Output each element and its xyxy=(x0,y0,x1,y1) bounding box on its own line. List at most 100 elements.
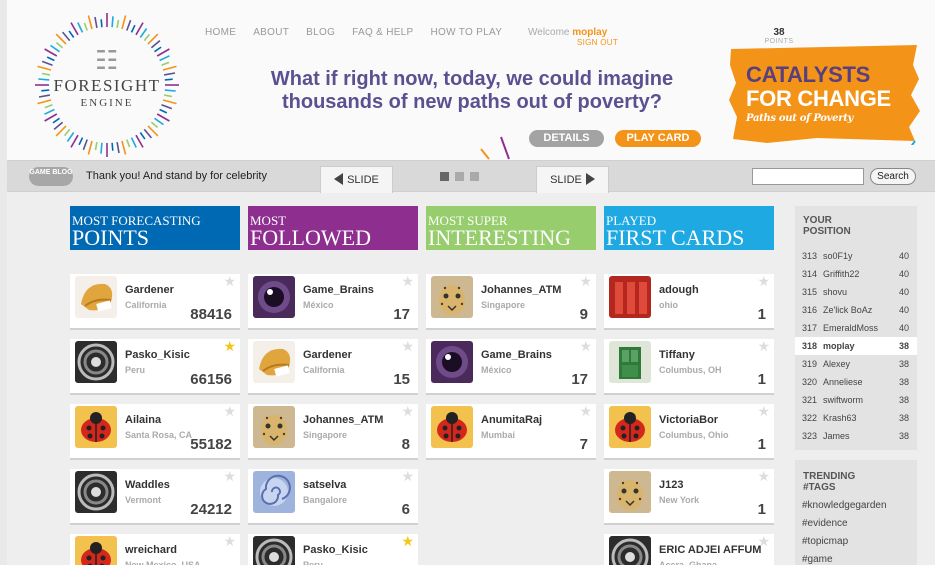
star-icon[interactable]: ★ xyxy=(401,469,414,483)
rank-name[interactable]: Anneliese xyxy=(823,377,863,387)
trending-tag[interactable]: #evidence xyxy=(802,518,848,529)
star-icon[interactable]: ★ xyxy=(223,534,236,548)
star-icon[interactable]: ★ xyxy=(223,274,236,288)
player-name[interactable]: AnumitaRaj xyxy=(481,414,542,426)
avatar[interactable] xyxy=(253,536,295,565)
player-card[interactable]: satselva Bangalore 6 ★ xyxy=(248,469,418,523)
star-icon[interactable]: ★ xyxy=(579,274,592,288)
star-icon[interactable]: ★ xyxy=(757,339,770,353)
rank-row[interactable]: 316 Ze'lick BoAz 40 xyxy=(795,301,917,319)
avatar[interactable] xyxy=(253,276,295,318)
player-name[interactable]: adough xyxy=(659,284,699,296)
avatar[interactable] xyxy=(75,276,117,318)
nav-about[interactable]: ABOUT xyxy=(253,27,289,38)
avatar[interactable] xyxy=(75,406,117,448)
rank-row[interactable]: 323 James 38 xyxy=(795,427,917,445)
star-icon[interactable]: ★ xyxy=(223,469,236,483)
avatar[interactable] xyxy=(609,536,651,565)
avatar[interactable] xyxy=(431,276,473,318)
star-icon[interactable]: ★ xyxy=(579,404,592,418)
player-name[interactable]: Game_Brains xyxy=(303,284,374,296)
rank-row[interactable]: 315 shovu 40 xyxy=(795,283,917,301)
rank-name[interactable]: EmeraldMoss xyxy=(823,323,878,333)
player-card[interactable]: Johannes_ATM Singapore 8 ★ xyxy=(248,404,418,458)
rank-name[interactable]: James xyxy=(823,431,850,441)
star-icon[interactable]: ★ xyxy=(401,404,414,418)
player-card[interactable]: AnumitaRaj Mumbai 7 ★ xyxy=(426,404,596,458)
rank-row[interactable]: 322 Krash63 38 xyxy=(795,409,917,427)
slide-next-button[interactable]: SLIDE xyxy=(536,166,609,193)
player-card[interactable]: Game_Brains México 17 ★ xyxy=(248,274,418,328)
nav-faq-help[interactable]: FAQ & HELP xyxy=(352,27,413,38)
player-card[interactable]: Game_Brains México 17 ★ xyxy=(426,339,596,393)
slide-dot[interactable] xyxy=(440,172,449,181)
player-card[interactable]: Ailaina Santa Rosa, CA 55182 ★ xyxy=(70,404,240,458)
trending-tag[interactable]: #game xyxy=(802,554,833,565)
star-icon[interactable]: ★ xyxy=(401,534,414,548)
avatar[interactable] xyxy=(609,471,651,513)
avatar[interactable] xyxy=(75,341,117,383)
nav-home[interactable]: HOME xyxy=(205,27,236,38)
star-icon[interactable]: ★ xyxy=(223,404,236,418)
player-name[interactable]: Gardener xyxy=(125,284,174,296)
nav-how-to-play[interactable]: HOW TO PLAY xyxy=(431,27,503,38)
star-icon[interactable]: ★ xyxy=(401,339,414,353)
star-icon[interactable]: ★ xyxy=(757,404,770,418)
slide-dot[interactable] xyxy=(470,172,479,181)
player-name[interactable]: Pasko_Kisic xyxy=(303,544,368,556)
player-name[interactable]: ERIC ADJEI AFFUM xyxy=(659,544,761,556)
rank-row[interactable]: 313 so0F1y 40 xyxy=(795,247,917,265)
username-link[interactable]: moplay xyxy=(572,27,607,38)
search-input[interactable] xyxy=(752,168,864,185)
player-name[interactable]: Gardener xyxy=(303,349,352,361)
player-name[interactable]: Johannes_ATM xyxy=(481,284,561,296)
player-name[interactable]: J123 xyxy=(659,479,683,491)
avatar[interactable] xyxy=(609,406,651,448)
player-card[interactable]: wreichard New Mexico, USA ★ xyxy=(70,534,240,565)
player-name[interactable]: Johannes_ATM xyxy=(303,414,383,426)
player-card[interactable]: Pasko_Kisic Peru ★ xyxy=(248,534,418,565)
star-icon[interactable]: ★ xyxy=(223,339,236,353)
player-card[interactable]: Pasko_Kisic Peru 66156 ★ xyxy=(70,339,240,393)
player-name[interactable]: Tiffany xyxy=(659,349,695,361)
rank-row[interactable]: 320 Anneliese 38 xyxy=(795,373,917,391)
details-button[interactable]: DETAILS xyxy=(529,130,604,147)
rank-name[interactable]: Ze'lick BoAz xyxy=(823,305,872,315)
player-name[interactable]: VictoriaBor xyxy=(659,414,718,426)
player-name[interactable]: satselva xyxy=(303,479,346,491)
player-card[interactable]: adough ohio 1 ★ xyxy=(604,274,774,328)
avatar[interactable] xyxy=(75,471,117,513)
search-button[interactable]: Search xyxy=(870,168,916,185)
avatar[interactable] xyxy=(609,276,651,318)
player-name[interactable]: Pasko_Kisic xyxy=(125,349,190,361)
avatar[interactable] xyxy=(253,406,295,448)
rank-name[interactable]: Alexey xyxy=(823,359,850,369)
player-name[interactable]: wreichard xyxy=(125,544,177,556)
rank-name[interactable]: so0F1y xyxy=(823,251,853,261)
player-card[interactable]: Tiffany Columbus, OH 1 ★ xyxy=(604,339,774,393)
rank-row[interactable]: 317 EmeraldMoss 40 xyxy=(795,319,917,337)
player-card[interactable]: Gardener California 88416 ★ xyxy=(70,274,240,328)
rank-name[interactable]: Griffith22 xyxy=(823,269,859,279)
nav-blog[interactable]: BLOG xyxy=(306,27,335,38)
avatar[interactable] xyxy=(431,406,473,448)
avatar[interactable] xyxy=(431,341,473,383)
avatar[interactable] xyxy=(75,536,117,565)
avatar[interactable] xyxy=(253,471,295,513)
play-card-button[interactable]: PLAY CARD xyxy=(615,130,701,147)
trending-tag[interactable]: #topicmap xyxy=(802,536,848,547)
player-name[interactable]: Game_Brains xyxy=(481,349,552,361)
rank-row[interactable]: 321 swiftworm 38 xyxy=(795,391,917,409)
rank-name[interactable]: moplay xyxy=(823,341,855,351)
star-icon[interactable]: ★ xyxy=(757,534,770,548)
player-card[interactable]: Johannes_ATM Singapore 9 ★ xyxy=(426,274,596,328)
star-icon[interactable]: ★ xyxy=(757,274,770,288)
avatar[interactable] xyxy=(253,341,295,383)
trending-tag[interactable]: #knowledgegarden xyxy=(802,500,887,511)
game-blog-badge[interactable]: GAME BLOG xyxy=(29,167,73,186)
player-name[interactable]: Waddles xyxy=(125,479,170,491)
rank-name[interactable]: shovu xyxy=(823,287,847,297)
star-icon[interactable]: ★ xyxy=(579,339,592,353)
player-card[interactable]: J123 New York 1 ★ xyxy=(604,469,774,523)
rank-row[interactable]: 314 Griffith22 40 xyxy=(795,265,917,283)
